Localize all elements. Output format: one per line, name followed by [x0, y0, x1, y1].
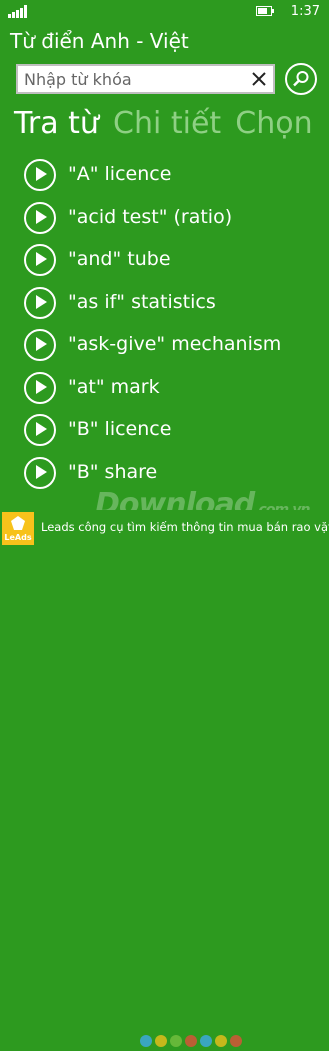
play-icon[interactable]: [24, 201, 56, 234]
play-icon[interactable]: [24, 371, 56, 404]
word-label[interactable]: "A" licence: [68, 163, 171, 185]
pivot-tabs: Tra từ Chi tiết Chọn: [14, 104, 322, 144]
list-item[interactable]: "acid test" (ratio): [24, 198, 324, 241]
list-item[interactable]: "A" licence: [24, 155, 324, 198]
tab-chon[interactable]: Chọn: [235, 104, 312, 144]
app-title: Từ điển Anh - Việt: [10, 29, 189, 53]
word-list: "A" licence "acid test" (ratio) "and" tu…: [24, 155, 324, 495]
ad-logo-icon: [11, 516, 25, 530]
search-input[interactable]: [18, 66, 238, 92]
list-item[interactable]: "at" mark: [24, 368, 324, 411]
play-icon[interactable]: [24, 329, 56, 361]
tab-tra-tu[interactable]: Tra từ: [14, 104, 99, 144]
search-box[interactable]: [16, 64, 275, 94]
word-label[interactable]: "ask-give" mechanism: [68, 333, 281, 355]
ad-logo[interactable]: LeAds: [2, 512, 34, 545]
play-icon[interactable]: [24, 286, 56, 319]
search-icon: [293, 71, 309, 87]
play-icon[interactable]: [24, 414, 56, 446]
list-item[interactable]: "ask-give" mechanism: [24, 325, 324, 368]
play-icon[interactable]: [24, 244, 56, 276]
search-button[interactable]: [285, 63, 317, 95]
tab-chi-tiet[interactable]: Chi tiết: [113, 104, 221, 144]
battery-icon: [256, 6, 276, 16]
signal-strength-icon: [8, 5, 30, 18]
word-label[interactable]: "B" share: [68, 461, 157, 483]
list-item[interactable]: "B" licence: [24, 410, 324, 453]
word-label[interactable]: "acid test" (ratio): [68, 206, 232, 228]
ad-banner[interactable]: LeAds Leads công cụ tìm kiếm thông tin m…: [0, 510, 329, 1047]
close-icon[interactable]: [251, 71, 267, 87]
watermark-dots: [140, 1032, 245, 1047]
word-label[interactable]: "B" licence: [68, 418, 171, 440]
word-label[interactable]: "at" mark: [68, 376, 160, 398]
ad-text[interactable]: Leads công cụ tìm kiếm thông tin mua bán…: [41, 520, 329, 534]
play-icon[interactable]: [24, 159, 56, 191]
clock: 1:37: [290, 4, 320, 19]
status-bar: 1:37: [0, 0, 329, 24]
list-item[interactable]: "and" tube: [24, 240, 324, 283]
word-label[interactable]: "as if" statistics: [68, 291, 216, 313]
play-icon[interactable]: [24, 456, 56, 489]
list-item[interactable]: "as if" statistics: [24, 283, 324, 326]
word-label[interactable]: "and" tube: [68, 248, 171, 270]
